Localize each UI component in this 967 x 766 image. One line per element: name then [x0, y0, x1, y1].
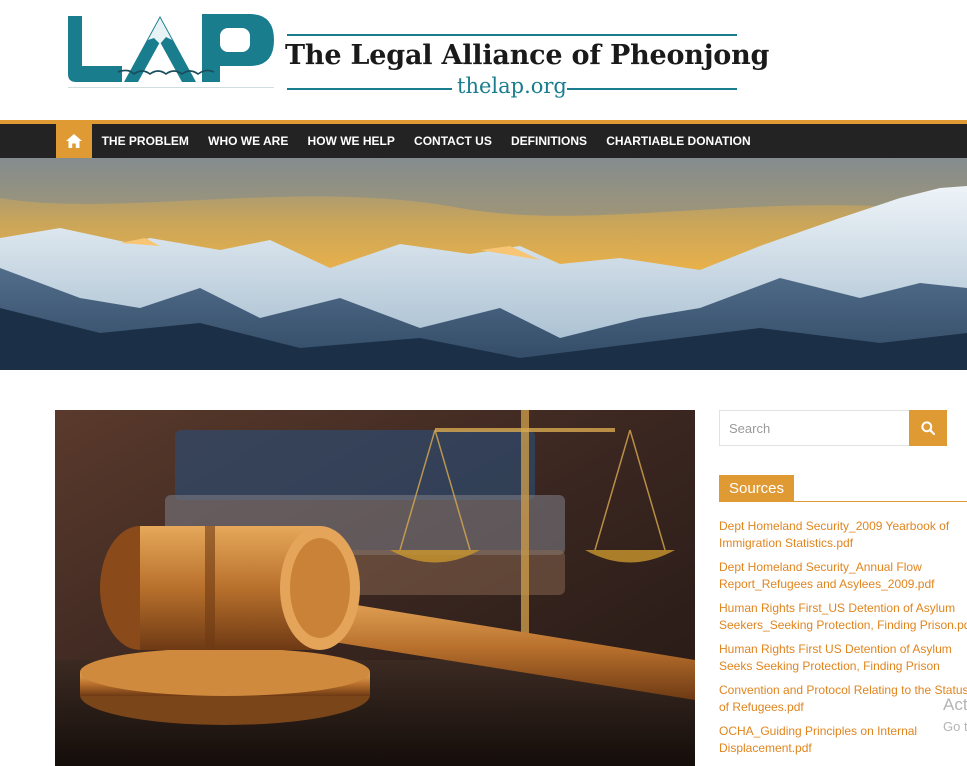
source-link[interactable]: Dept Homeland Security_2009 Yearbook of … [719, 518, 967, 552]
site-title[interactable]: The Legal Alliance of Pheonjong [285, 40, 769, 71]
search-input[interactable] [719, 410, 909, 446]
source-link-line: Human Rights First US Detention of Asylu… [719, 642, 952, 656]
nav-item-the-problem[interactable]: THE PROBLEM [92, 124, 199, 158]
title-rule-top [287, 34, 737, 36]
activate-windows-subtext: Go to Settings to activate Windows. [943, 719, 967, 734]
activate-windows-watermark: Activate Windows [943, 695, 967, 714]
list-item: Human Rights First US Detention of Asylu… [719, 641, 967, 675]
source-link-line: Seeks Seeking Protection, Finding Prison [719, 659, 940, 673]
source-link-line: Dept Homeland Security_2009 Yearbook of [719, 519, 950, 533]
source-link-line: Dept Homeland Security_Annual Flow [719, 560, 922, 574]
source-link[interactable]: Human Rights First_US Detention of Asylu… [719, 600, 967, 634]
nav-item-who-we-are[interactable]: WHO WE ARE [199, 124, 298, 158]
home-icon [66, 134, 82, 148]
site-title-block[interactable]: The Legal Alliance of Pheonjong thelap.o… [285, 34, 769, 104]
sources-heading-rule [719, 501, 967, 502]
source-link[interactable]: OCHA_Guiding Principles on Internal Disp… [719, 723, 967, 757]
source-link[interactable]: Dept Homeland Security_Annual Flow Repor… [719, 559, 967, 593]
list-item: Convention and Protocol Relating to the … [719, 682, 967, 716]
url-rule-left [287, 88, 452, 90]
source-link[interactable]: Human Rights First US Detention of Asylu… [719, 641, 967, 675]
header-banner-image [0, 158, 967, 370]
source-link-line: Displacement.pdf [719, 741, 812, 755]
list-item: Dept Homeland Security_2009 Yearbook of … [719, 518, 967, 552]
source-link[interactable]: Convention and Protocol Relating to the … [719, 682, 967, 716]
list-item: OCHA_Guiding Principles on Internal Disp… [719, 723, 967, 757]
site-url[interactable]: thelap.org [457, 74, 567, 98]
nav-item-definitions[interactable]: DEFINITIONS [501, 124, 596, 158]
source-link-line: Human Rights First_US Detention of Asylu… [719, 601, 956, 615]
source-link-line: Report_Refugees and Asylees_2009.pdf [719, 577, 935, 591]
sources-heading: Sources [719, 475, 795, 502]
sources-list: Dept Homeland Security_2009 Yearbook of … [719, 518, 967, 764]
search-button[interactable] [909, 410, 947, 446]
featured-image-gavel[interactable] [55, 410, 695, 766]
source-link-line: OCHA_Guiding Principles on Internal [719, 724, 918, 738]
list-item: Human Rights First_US Detention of Asylu… [719, 600, 967, 634]
list-item: Dept Homeland Security_Annual Flow Repor… [719, 559, 967, 593]
source-link-line: Seekers_Seeking Protection, Finding Pris… [719, 618, 967, 632]
url-rule-right [567, 88, 737, 90]
nav-item-contact-us[interactable]: CONTACT US [404, 124, 501, 158]
nav-item-how-we-help[interactable]: HOW WE HELP [298, 124, 405, 158]
source-link-line: Convention and Protocol Relating to the … [719, 683, 967, 697]
site-logo[interactable] [62, 10, 277, 90]
nav-item-charitable-donation[interactable]: CHARTIABLE DONATION [597, 124, 761, 158]
main-navigation: THE PROBLEM WHO WE ARE HOW WE HELP CONTA… [0, 124, 967, 158]
home-button[interactable] [56, 124, 92, 158]
search-icon [921, 421, 935, 435]
source-link-line: of Refugees.pdf [719, 700, 804, 714]
source-link-line: Immigration Statistics.pdf [719, 536, 854, 550]
